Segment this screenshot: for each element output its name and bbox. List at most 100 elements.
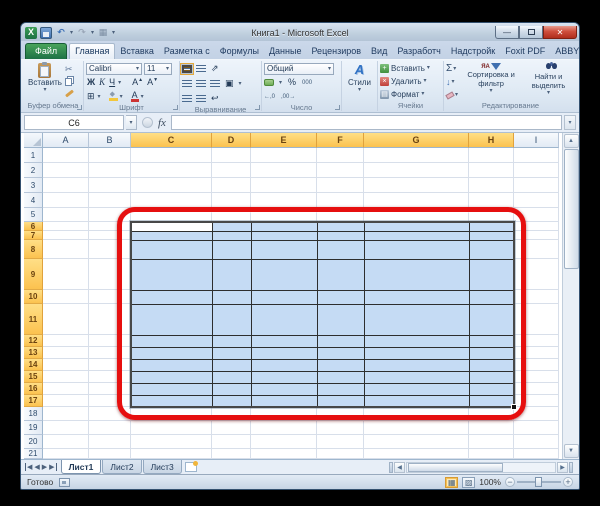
- grid-cell[interactable]: [131, 421, 212, 435]
- grid-cell[interactable]: [89, 449, 131, 459]
- styles-button[interactable]: А Стили: [345, 62, 374, 94]
- grid-cell[interactable]: [89, 383, 131, 395]
- grid-cell[interactable]: [469, 163, 514, 178]
- horizontal-scroll-thumb[interactable]: [408, 463, 503, 472]
- ribbon-tab-формулы[interactable]: Формулы: [215, 44, 264, 59]
- grid-cell[interactable]: [131, 163, 212, 178]
- align-middle-icon[interactable]: [196, 65, 206, 73]
- grid-cell[interactable]: [469, 208, 514, 222]
- font-dialog-launcher-icon[interactable]: [173, 105, 178, 110]
- tab-split-handle[interactable]: [389, 462, 393, 473]
- row-header-20[interactable]: 20: [24, 435, 43, 449]
- row-header-6[interactable]: 6: [24, 222, 43, 231]
- active-cell[interactable]: [132, 223, 212, 231]
- grid-cell[interactable]: [131, 208, 212, 222]
- grid-cell[interactable]: [251, 449, 317, 459]
- expand-formula-bar-icon[interactable]: [564, 115, 576, 130]
- grid-cell[interactable]: [89, 178, 131, 193]
- underline-dropdown-icon[interactable]: [118, 80, 121, 86]
- grid-cell[interactable]: [43, 359, 89, 371]
- decrease-indent-icon[interactable]: [182, 95, 192, 103]
- horizontal-scroll-track[interactable]: [406, 462, 556, 473]
- scroll-right-icon[interactable]: [557, 462, 568, 473]
- undo-dropdown-icon[interactable]: [70, 29, 73, 36]
- grid-cell[interactable]: [89, 231, 131, 240]
- row-header-5[interactable]: 5: [24, 208, 43, 222]
- grid-cell[interactable]: [469, 449, 514, 459]
- insert-worksheet-icon[interactable]: [185, 462, 197, 472]
- grid-cell[interactable]: [131, 407, 212, 421]
- grid-cell[interactable]: [43, 383, 89, 395]
- column-header-G[interactable]: G: [364, 133, 469, 148]
- sheet-tab-лист1[interactable]: Лист1: [61, 460, 102, 474]
- grid-cell[interactable]: [89, 421, 131, 435]
- grid-cell[interactable]: [89, 371, 131, 383]
- grid-cell[interactable]: [131, 193, 212, 208]
- grid-cell[interactable]: [251, 407, 317, 421]
- grid-cell[interactable]: [514, 335, 559, 347]
- align-right-icon[interactable]: [210, 80, 220, 88]
- grid-cell[interactable]: [317, 148, 364, 163]
- next-sheet-icon[interactable]: [42, 463, 47, 471]
- row-header-21[interactable]: 21: [24, 449, 43, 459]
- row-header-4[interactable]: 4: [24, 193, 43, 208]
- align-bottom-icon[interactable]: [182, 65, 192, 73]
- macro-record-icon[interactable]: [59, 478, 70, 487]
- grid-cell[interactable]: [89, 193, 131, 208]
- zoom-in-icon[interactable]: +: [563, 477, 573, 487]
- grid-cell[interactable]: [251, 148, 317, 163]
- grid-cell[interactable]: [514, 148, 559, 163]
- row-header-12[interactable]: 12: [24, 335, 43, 347]
- grid-cell[interactable]: [212, 178, 251, 193]
- row-header-2[interactable]: 2: [24, 163, 43, 178]
- grid-cell[interactable]: [131, 449, 212, 459]
- font-family-select[interactable]: Calibri: [86, 63, 142, 75]
- ribbon-tab-главная[interactable]: Главная: [69, 43, 115, 59]
- grid-cell[interactable]: [317, 178, 364, 193]
- format-painter-icon[interactable]: [65, 88, 74, 99]
- grid-cell[interactable]: [89, 435, 131, 449]
- grid-cell[interactable]: [364, 407, 469, 421]
- redo-dropdown-icon[interactable]: [91, 29, 94, 36]
- save-icon[interactable]: [40, 27, 52, 39]
- font-color-dropdown-icon[interactable]: [141, 94, 144, 100]
- row-header-16[interactable]: 16: [24, 383, 43, 395]
- grid-cell[interactable]: [514, 395, 559, 407]
- orientation-icon[interactable]: [210, 64, 220, 73]
- prev-sheet-icon[interactable]: [34, 463, 39, 471]
- name-box[interactable]: С6: [24, 115, 124, 130]
- font-color-button[interactable]: А: [131, 91, 139, 102]
- grow-font-button[interactable]: А▲: [131, 78, 144, 87]
- grid-cell[interactable]: [364, 435, 469, 449]
- row-header-19[interactable]: 19: [24, 421, 43, 435]
- insert-cells-button[interactable]: + Вставить: [380, 62, 430, 74]
- grid-cell[interactable]: [43, 407, 89, 421]
- grid-cell[interactable]: [514, 421, 559, 435]
- grid-cell[interactable]: [212, 163, 251, 178]
- autosum-button[interactable]: [446, 63, 458, 75]
- column-header-C[interactable]: C: [131, 133, 212, 148]
- grid-cell[interactable]: [89, 163, 131, 178]
- grid-cell[interactable]: [469, 148, 514, 163]
- grid-cell[interactable]: [89, 208, 131, 222]
- grid-cell[interactable]: [317, 407, 364, 421]
- scroll-up-icon[interactable]: [564, 134, 579, 148]
- accounting-dropdown-icon[interactable]: [279, 80, 282, 86]
- grid-cell[interactable]: [43, 259, 89, 290]
- grid-cell[interactable]: [469, 178, 514, 193]
- grid-cell[interactable]: [212, 208, 251, 222]
- decrease-decimal-icon[interactable]: ,00→: [281, 94, 295, 100]
- grid-cell[interactable]: [43, 395, 89, 407]
- grid-cell[interactable]: [251, 435, 317, 449]
- grid-cell[interactable]: [131, 435, 212, 449]
- sort-filter-button[interactable]: ЯА Сортировка и фильтр: [460, 62, 522, 95]
- grid-cell[interactable]: [364, 148, 469, 163]
- column-header-I[interactable]: I: [514, 133, 559, 148]
- grid-cell[interactable]: [514, 163, 559, 178]
- paste-button[interactable]: Вставить: [25, 62, 65, 94]
- ribbon-tab-разметка-с[interactable]: Разметка с: [159, 44, 215, 59]
- grid-cell[interactable]: [43, 435, 89, 449]
- grid-cell[interactable]: [364, 163, 469, 178]
- grid-cell[interactable]: [364, 178, 469, 193]
- zoom-level[interactable]: 100%: [479, 477, 501, 487]
